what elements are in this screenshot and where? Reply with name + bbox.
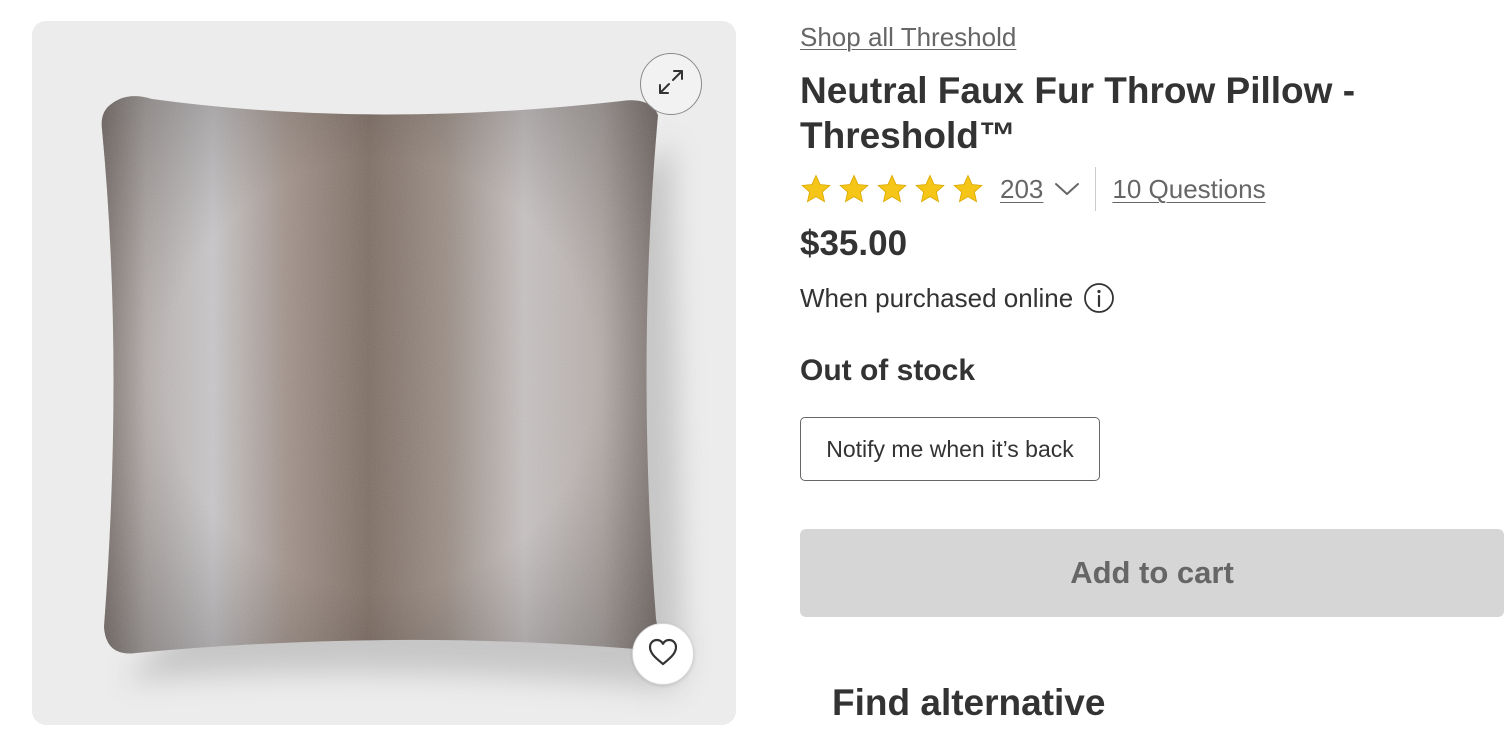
- notify-me-button[interactable]: Notify me when it’s back: [800, 417, 1100, 481]
- heart-icon: [647, 637, 679, 672]
- expand-image-button[interactable]: [640, 53, 702, 115]
- star-icon: [914, 173, 946, 205]
- star-icon: [800, 173, 832, 205]
- favorite-button[interactable]: [632, 623, 694, 685]
- product-image-panel[interactable]: [32, 21, 736, 725]
- star-icon: [838, 173, 870, 205]
- price-note-text: When purchased online: [800, 282, 1074, 313]
- find-alternative-heading: Find alternative: [832, 682, 1106, 723]
- pillow-image: [101, 96, 686, 689]
- rating-divider: [1095, 167, 1097, 211]
- star-icon: [952, 173, 984, 205]
- product-page: Shop all Threshold Neutral Faux Fur Thro…: [0, 0, 1510, 741]
- product-price: $35.00: [800, 224, 908, 263]
- info-icon[interactable]: [1083, 282, 1115, 314]
- star-icon: [876, 173, 908, 205]
- chevron-down-icon[interactable]: [1053, 180, 1081, 198]
- questions-link[interactable]: 10 Questions: [1112, 174, 1265, 205]
- product-title: Neutral Faux Fur Throw Pillow - Threshol…: [800, 70, 1356, 156]
- star-rating[interactable]: [800, 173, 984, 205]
- shop-all-brand-link[interactable]: Shop all Threshold: [800, 22, 1016, 53]
- price-note: When purchased online: [800, 282, 1115, 314]
- review-count-link[interactable]: 203: [1000, 174, 1043, 205]
- add-to-cart-button[interactable]: Add to cart: [800, 529, 1504, 617]
- expand-arrows-icon: [656, 67, 686, 102]
- stock-status: Out of stock: [800, 354, 976, 387]
- product-details: Shop all Threshold Neutral Faux Fur Thro…: [800, 0, 1504, 741]
- rating-row: 203 10 Questions: [800, 166, 1266, 212]
